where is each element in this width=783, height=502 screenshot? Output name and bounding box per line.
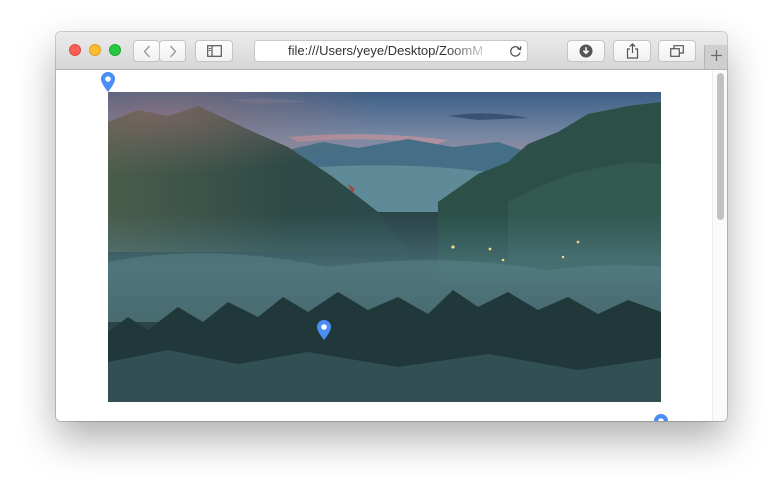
browser-window: file:///Users/yeye/Desktop/ZoomM [56,32,727,421]
browser-toolbar: file:///Users/yeye/Desktop/ZoomM [56,32,727,70]
chevron-right-icon [169,45,177,58]
vertical-scrollbar[interactable] [712,70,727,421]
tabs-overview-icon [670,45,684,57]
location-pin-icon[interactable] [100,71,116,93]
location-pin-icon[interactable] [316,319,332,341]
reload-icon[interactable] [509,44,522,61]
download-icon [579,44,593,58]
back-button[interactable] [133,40,160,62]
zoom-window-button[interactable] [109,44,121,56]
downloads-button[interactable] [567,40,605,62]
scrollbar-thumb[interactable] [717,73,724,220]
sidebar-icon [206,45,222,57]
close-window-button[interactable] [69,44,81,56]
tabs-overview-button[interactable] [658,40,696,62]
share-button[interactable] [613,40,651,62]
forward-button[interactable] [159,40,186,62]
page-content [56,70,727,421]
address-bar[interactable]: file:///Users/yeye/Desktop/ZoomM [254,40,528,62]
minimize-window-button[interactable] [89,44,101,56]
sidebar-button[interactable] [195,40,233,62]
location-pin-icon[interactable] [653,413,669,421]
chevron-left-icon [143,45,151,58]
plus-icon [711,48,722,66]
share-icon [626,43,639,59]
landscape-photo[interactable] [108,92,661,402]
new-tab-button[interactable] [704,45,727,69]
